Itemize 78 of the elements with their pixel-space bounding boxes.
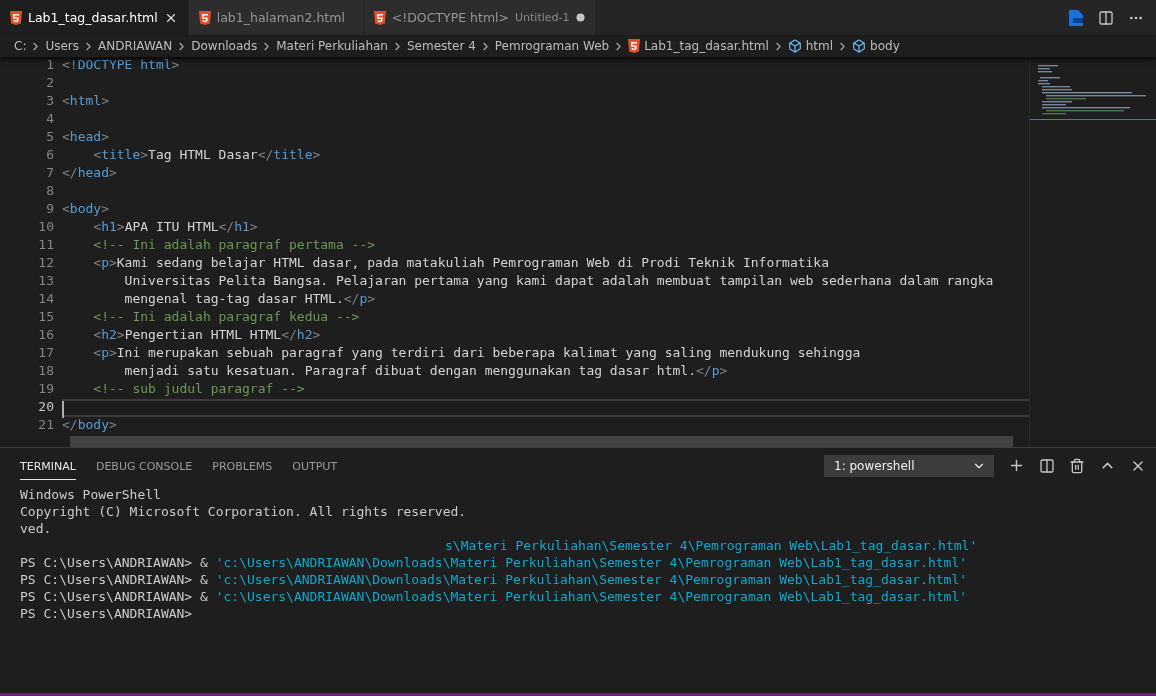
- panel-tab[interactable]: TERMINAL: [20, 451, 76, 480]
- line-number: 15: [37, 309, 55, 326]
- code-line: <title>Tag HTML Dasar</title>: [92, 147, 321, 164]
- split-terminal-icon[interactable]: [1039, 457, 1055, 474]
- code-line: <html>: [62, 93, 109, 110]
- code-line: <body>: [62, 201, 109, 218]
- line-number: 4: [45, 111, 55, 128]
- line-number: 2: [45, 75, 55, 92]
- code-line: <h1>APA ITU HTML</h1>: [92, 219, 258, 236]
- line-number: 21: [37, 417, 55, 434]
- line-number: 13: [37, 273, 55, 290]
- breadcrumb-item[interactable]: Users: [45, 39, 80, 53]
- breadcrumb-item[interactable]: html: [787, 39, 834, 53]
- tab-description: Untitled-1: [515, 11, 570, 24]
- trash-icon[interactable]: [1069, 457, 1085, 474]
- terminal-dropdown[interactable]: 1: powershell: [824, 454, 994, 477]
- line-number: 16: [37, 327, 55, 344]
- code-line: <p>Ini merupakan sebuah paragraf yang terdiri dari beberapa kalimat yang saling mendukung sehingga: [92, 345, 861, 362]
- line-number: 3: [45, 93, 55, 110]
- code-line: <!-- Ini adalah paragraf pertama -->: [92, 237, 376, 254]
- code-line: mengenal tag-tag dasar HTML.</p>: [123, 291, 376, 308]
- panel-tab[interactable]: PROBLEMS: [212, 451, 273, 480]
- html-file-icon: [373, 10, 386, 25]
- terminal-line: PS C:\Users\ANDRIAWAN>: [20, 606, 194, 623]
- code-line: <head>: [62, 129, 109, 146]
- terminal-line: s\Materi Perkuliahan\Semester 4\Pemrograman Web\Lab1_tag_dasar.html': [444, 538, 979, 555]
- breadcrumb-item[interactable]: ANDRIAWAN: [98, 39, 173, 53]
- code-line: menjadi satu kesatuan. Paragraf dibuat dengan menggunakan tag dasar html.</p>: [123, 363, 728, 380]
- breadcrumb-item[interactable]: Downloads: [191, 39, 258, 53]
- panel-tab[interactable]: DEBUG CONSOLE: [95, 451, 193, 480]
- line-number: 6: [45, 147, 55, 164]
- terminal-line: PS C:\Users\ANDRIAWAN> & 'c:\Users\ANDRIAWAN\Downloads\Materi Perkuliahan\Semester 4\Pemrograman Web\Lab1_tag_dasar.html': [20, 572, 969, 589]
- line-number: 5: [45, 129, 55, 146]
- terminal-line: PS C:\Users\ANDRIAWAN> & 'c:\Users\ANDRIAWAN\Downloads\Materi Perkuliahan\Semester 4\Pemrograman Web\Lab1_tag_dasar.html': [20, 555, 969, 572]
- line-number: 17: [37, 345, 55, 362]
- cube-icon: [787, 39, 802, 53]
- code-line: </head>: [62, 165, 117, 182]
- html-file-icon: [10, 10, 22, 25]
- terminal-line: ved.: [20, 521, 53, 538]
- new-terminal-icon[interactable]: [1008, 457, 1025, 474]
- code-line: Universitas Pelita Bangsa. Pelajaran pertama yang kami dapat adalah membuat tampilan web sederhana dalam rangka: [123, 273, 994, 290]
- line-number: 1: [45, 57, 55, 74]
- split-editor-icon[interactable]: [1098, 9, 1114, 26]
- breadcrumb-item[interactable]: Semester 4: [406, 39, 476, 53]
- code-line: <h2>Pengertian HTML HTML</h2>: [92, 327, 321, 344]
- horizontal-scrollbar[interactable]: [70, 436, 1013, 447]
- terminal-line: Windows PowerShell: [20, 487, 162, 504]
- line-number: 19: [37, 381, 55, 398]
- breadcrumb-item[interactable]: Pemrograman Web: [494, 39, 610, 53]
- html-file-icon: [198, 10, 211, 25]
- line-number: 11: [37, 237, 55, 254]
- code-line: </body>: [62, 417, 117, 434]
- line-number: 8: [45, 183, 55, 200]
- code-line: <p>Kami sedang belajar HTML dasar, pada matakuliah Pemrograman Web di Prodi Teknik Informatika: [92, 255, 830, 272]
- breadcrumb-item[interactable]: C:: [14, 39, 27, 53]
- code-line: <!-- sub judul paragraf -->: [92, 381, 305, 398]
- code-line: <!-- Ini adalah paragraf kedua -->: [92, 309, 360, 326]
- editor-tab[interactable]: <!DOCTYPE html> Untitled-1: [363, 0, 596, 35]
- breadcrumb-item[interactable]: Lab1_tag_dasar.html: [628, 39, 769, 53]
- terminal-line: Copyright (C) Microsoft Corporation. All rights reserved.: [20, 504, 468, 521]
- text-cursor: [62, 401, 64, 418]
- editor-tab[interactable]: Lab1_tag_dasar.html: [0, 0, 189, 35]
- line-number: 18: [37, 363, 55, 380]
- cube-icon: [852, 39, 867, 53]
- preview-file-icon[interactable]: [1068, 8, 1084, 27]
- code-line: <!DOCTYPE html>: [62, 57, 180, 74]
- line-number: 9: [45, 201, 55, 218]
- html-file-icon: [628, 39, 641, 53]
- editor-tab[interactable]: lab1_halaman2.html: [188, 0, 364, 35]
- breadcrumb-item[interactable]: Materi Perkuliahan: [276, 39, 388, 53]
- breadcrumb-item[interactable]: body: [852, 39, 900, 53]
- line-number: 10: [37, 219, 55, 236]
- line-number: 12: [37, 255, 55, 272]
- line-number: 7: [45, 165, 55, 182]
- line-number: 20: [37, 399, 55, 416]
- panel-tab[interactable]: OUTPUT: [292, 451, 338, 480]
- line-number: 14: [37, 291, 55, 308]
- terminal-line: PS C:\Users\ANDRIAWAN> & 'c:\Users\ANDRIAWAN\Downloads\Materi Perkuliahan\Semester 4\Pemrograman Web\Lab1_tag_dasar.html': [20, 589, 969, 606]
